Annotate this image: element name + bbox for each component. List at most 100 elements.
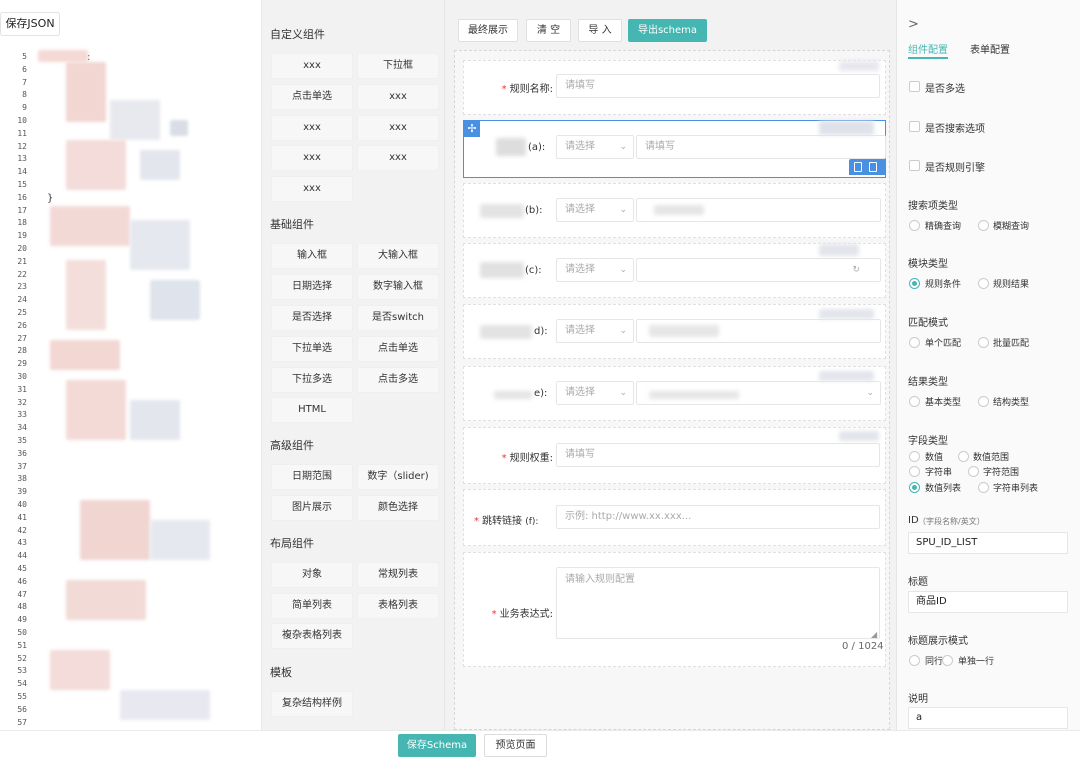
- palette-item[interactable]: 下拉多选: [271, 367, 353, 393]
- rule-weight-card[interactable]: * 规则权重: 请填写: [463, 427, 886, 484]
- field-e-card[interactable]: e): 请选择 ⌄ ⌄: [463, 366, 886, 421]
- basic-type-radio[interactable]: [909, 396, 920, 407]
- palette-item[interactable]: 点击单选: [271, 84, 353, 110]
- fuzzy-query-radio[interactable]: [978, 220, 989, 231]
- field-c-select[interactable]: 请选择 ⌄: [556, 258, 634, 282]
- palette-item[interactable]: 下拉框: [357, 53, 439, 79]
- tab-component-config[interactable]: 组件配置: [908, 41, 948, 56]
- palette-item[interactable]: xxx: [271, 176, 353, 202]
- jump-link-input[interactable]: 示例: http://www.xx.xxx...: [556, 505, 880, 529]
- number-radio[interactable]: [909, 451, 920, 462]
- palette-item[interactable]: 输入框: [271, 243, 353, 269]
- id-hint: （字段名称/英文）: [918, 517, 985, 526]
- rule-name-input[interactable]: 请填写: [556, 74, 880, 98]
- string-radio[interactable]: [909, 466, 920, 477]
- palette-item[interactable]: xxx: [271, 115, 353, 141]
- palette-item[interactable]: 大输入框: [357, 243, 439, 269]
- delete-icon[interactable]: [854, 162, 862, 172]
- field-d-select[interactable]: 请选择 ⌄: [556, 319, 634, 343]
- same-line-radio[interactable]: [909, 655, 920, 666]
- multi-select-checkbox[interactable]: [909, 81, 920, 92]
- palette-item[interactable]: 复杂结构样例: [271, 691, 353, 717]
- json-editor[interactable]: 保存JSON 5 6 7 8 9 10 11 12 13 14 15 16 17 18 19 20 21 22 23…: [0, 0, 262, 730]
- palette-item[interactable]: xxx: [357, 84, 439, 110]
- chevron-right-icon[interactable]: >: [908, 17, 919, 32]
- number-range-radio[interactable]: [958, 451, 969, 462]
- field-d-card[interactable]: d): 请选择 ⌄: [463, 304, 886, 359]
- separate-line-radio[interactable]: [942, 655, 953, 666]
- clear-button[interactable]: 清 空: [526, 19, 571, 42]
- resize-handle-icon[interactable]: ◢: [871, 630, 877, 639]
- rule-engine-checkbox[interactable]: [909, 160, 920, 171]
- code-blur: [66, 140, 126, 190]
- field-a-select[interactable]: 请选择 ⌄: [556, 135, 634, 159]
- palette-item[interactable]: 对象: [271, 562, 353, 588]
- field-b-select[interactable]: 请选择 ⌄: [556, 198, 634, 222]
- number-label: 数值: [925, 453, 944, 463]
- single-match-radio[interactable]: [909, 337, 920, 348]
- final-display-button[interactable]: 最终展示: [458, 19, 518, 42]
- title-input[interactable]: 商品ID: [908, 591, 1068, 613]
- palette-item[interactable]: HTML: [271, 397, 353, 423]
- palette-item[interactable]: 颜色选择: [357, 495, 439, 521]
- palette-item[interactable]: xxx: [271, 53, 353, 79]
- id-input[interactable]: SPU_ID_LIST: [908, 532, 1068, 554]
- exact-query-radio[interactable]: [909, 220, 920, 231]
- drag-handle-icon[interactable]: ✢: [464, 121, 480, 137]
- copy-icon[interactable]: [869, 162, 877, 172]
- palette-item[interactable]: xxx: [357, 115, 439, 141]
- palette-item[interactable]: 常规列表: [357, 562, 439, 588]
- field-e-select[interactable]: 请选择 ⌄: [556, 381, 634, 405]
- palette-item[interactable]: 点击多选: [357, 367, 439, 393]
- palette-item[interactable]: xxx: [357, 145, 439, 171]
- chevron-down-icon: ⌄: [619, 142, 627, 152]
- biz-expression-card[interactable]: * 业务表达式: 请输入规则配置 ◢ 0 / 1024: [463, 552, 886, 667]
- string-list-radio[interactable]: [978, 482, 989, 493]
- searchable-checkbox[interactable]: [909, 121, 920, 132]
- field-a-card[interactable]: ✢ (a): 请选择 ⌄ 请填写: [463, 120, 886, 178]
- save-json-button[interactable]: 保存JSON: [0, 12, 60, 36]
- tab-form-config[interactable]: 表单配置: [970, 41, 1010, 56]
- field-c-input[interactable]: ↻: [636, 258, 881, 282]
- palette-item[interactable]: 日期范围: [271, 464, 353, 490]
- single-match-label: 单个匹配: [925, 339, 962, 349]
- biz-expression-textarea[interactable]: 请输入规则配置: [556, 567, 880, 639]
- palette-item[interactable]: 表格列表: [357, 593, 439, 619]
- rule-condition-radio[interactable]: [909, 278, 920, 289]
- palette-item[interactable]: 数字输入框: [357, 274, 439, 300]
- line-number: 22: [17, 269, 27, 279]
- palette-item[interactable]: 简单列表: [271, 593, 353, 619]
- blur-patch: [819, 244, 859, 256]
- palette-item[interactable]: xxx: [271, 145, 353, 171]
- palette-item[interactable]: 複杂表格列表: [271, 623, 353, 649]
- save-schema-button[interactable]: 保存Schema: [398, 734, 476, 757]
- number-list-radio[interactable]: [909, 482, 920, 493]
- char-counter: 0 / 1024: [842, 641, 884, 652]
- palette-item[interactable]: 数字（slider): [357, 464, 439, 490]
- struct-type-radio[interactable]: [978, 396, 989, 407]
- palette-item[interactable]: 下拉单选: [271, 336, 353, 362]
- batch-match-radio[interactable]: [978, 337, 989, 348]
- line-number: 57: [17, 717, 27, 727]
- code-blur: [50, 340, 120, 370]
- palette-item[interactable]: 图片展示: [271, 495, 353, 521]
- export-schema-button[interactable]: 导出schema: [628, 19, 707, 42]
- line-number: 29: [17, 359, 27, 369]
- import-button[interactable]: 导 入: [578, 19, 622, 42]
- preview-page-button[interactable]: 预览页面: [484, 734, 547, 757]
- field-c-card[interactable]: (c): 请选择 ⌄ ↻: [463, 243, 886, 298]
- jump-link-card[interactable]: * 跳转链接 (f): 示例: http://www.xx.xxx...: [463, 489, 886, 546]
- field-b-card[interactable]: (b): 请选择 ⌄: [463, 183, 886, 238]
- palette-item[interactable]: 是否选择: [271, 305, 353, 331]
- string-range-radio[interactable]: [968, 466, 979, 477]
- palette-item[interactable]: 日期选择: [271, 274, 353, 300]
- description-input[interactable]: a: [908, 707, 1068, 729]
- line-number: 38: [17, 474, 27, 484]
- rule-name-card[interactable]: * 规则名称: 请填写: [463, 60, 886, 115]
- rule-weight-input[interactable]: 请填写: [556, 443, 880, 467]
- rule-result-radio[interactable]: [978, 278, 989, 289]
- line-number: 5: [22, 52, 27, 61]
- field-a-input[interactable]: 请填写: [636, 135, 886, 159]
- palette-item[interactable]: 点击单选: [357, 336, 439, 362]
- palette-item[interactable]: 是否switch: [357, 305, 439, 331]
